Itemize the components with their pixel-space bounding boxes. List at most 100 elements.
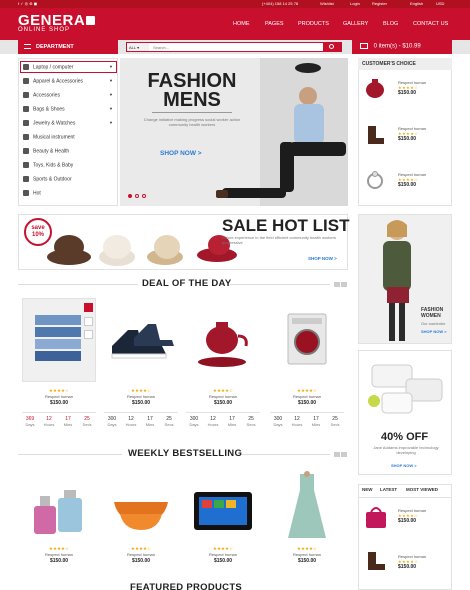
discount-banner[interactable]: 40% OFF Jane Addams improvable technolog…	[358, 350, 452, 475]
product-card[interactable]: ★★★★☆ Respect human $150.00	[22, 546, 96, 564]
category-select[interactable]: ALL ▾	[127, 43, 149, 51]
cart-icon	[360, 43, 368, 49]
nav-pages[interactable]: PAGES	[265, 21, 284, 27]
ball-icon	[23, 176, 29, 182]
product-image-frame[interactable]	[22, 298, 96, 382]
social-icons[interactable]: f ✓ ◎ ⊕ ◼	[18, 1, 37, 6]
nav-blog[interactable]: BLOG	[383, 21, 398, 27]
hero-shop-now-button[interactable]: SHOP NOW >	[160, 150, 202, 157]
fashion-women-subtitle: Our wardrobe	[421, 321, 446, 326]
discount-subtitle: Jane Addams improvable technology develo…	[373, 445, 439, 455]
sidebar-item-sports[interactable]: Sports & Outdoor	[23, 176, 72, 182]
save-badge: save 10%	[24, 218, 52, 246]
fashion-women-shop-button[interactable]: SHOP NOW >	[421, 329, 447, 334]
chevron-down-icon: ▼	[109, 120, 113, 125]
deal-section-title: DEAL OF THE DAY	[142, 278, 232, 289]
countdown-label: Days	[107, 422, 117, 427]
cart-summary: 0 item(s) - $10.99	[373, 43, 421, 50]
arrow-left-icon[interactable]	[334, 452, 340, 457]
menu-icon	[24, 44, 31, 49]
product-card[interactable]: ★★★★☆ Respect human $150.00	[104, 388, 178, 406]
sidebar-item-toys[interactable]: Toys, Kids & Baby	[23, 162, 73, 168]
sidebar-item-jewelry[interactable]: Jewelry & Watches ▼	[23, 120, 113, 126]
product-price: $150.00	[398, 182, 417, 188]
nav-products[interactable]: PRODUCTS	[298, 21, 329, 27]
product-card[interactable]: ★★★★☆ Respect human $150.00	[270, 546, 344, 564]
search-button[interactable]	[323, 43, 341, 51]
tab-most-viewed[interactable]: MOST VIEWED	[406, 487, 438, 492]
countdown-label: Days	[189, 422, 199, 427]
sale-shop-now-button[interactable]: SHOP NOW >	[308, 256, 337, 261]
countdown-label: Hours	[125, 422, 137, 427]
login-link[interactable]: Login	[350, 1, 360, 6]
sidebar-item-apparel[interactable]: Apparel & Accessories ▼	[23, 78, 113, 84]
product-card[interactable]: ★★★★☆ Respect human $150.00	[186, 388, 260, 406]
product-price: $150.00	[131, 400, 151, 406]
countdown-label: Hours	[207, 422, 219, 427]
countdown-timer: 300 Days 12 Hours 17 Mins 25 Secs	[104, 412, 178, 432]
product-card[interactable]: ★★★★☆ Respect human $150.00	[22, 388, 96, 406]
carousel-arrows[interactable]	[334, 452, 348, 457]
logo[interactable]: GENERA ONLINE SHOP	[18, 12, 96, 33]
tab-latest[interactable]: LATEST	[380, 487, 397, 492]
countdown-label: Hours	[43, 422, 55, 427]
product-name: Respect human	[126, 394, 155, 399]
wishlist-link[interactable]: Wishlist	[320, 1, 334, 6]
search-input[interactable]	[151, 43, 321, 51]
slider-dot[interactable]	[142, 194, 146, 198]
tab-new[interactable]: NEW	[362, 487, 373, 492]
fashion-women-banner[interactable]: FASHION WOMEN Our wardrobe SHOP NOW >	[358, 214, 452, 344]
sidebar-item-label: Sports & Outdoor	[33, 176, 72, 183]
handbag-image	[366, 507, 386, 528]
save-badge-value: 10%	[31, 232, 44, 238]
watch-icon	[23, 120, 29, 126]
woman-model-image	[383, 220, 411, 341]
cart-button[interactable]: 0 item(s) - $10.99	[352, 40, 452, 54]
chevron-down-icon: ▼	[109, 78, 113, 83]
zoom-icon[interactable]	[84, 317, 93, 326]
sidebar-item-accessories[interactable]: Accessories ▼	[23, 92, 113, 99]
arrow-right-icon[interactable]	[341, 452, 347, 457]
product-card[interactable]: ★★★★☆ Respect human $150.00	[104, 546, 178, 564]
product-card[interactable]: ★★★★☆ Respect human $150.00	[270, 388, 344, 406]
wishlist-icon[interactable]	[84, 330, 93, 339]
hot-icon	[23, 190, 29, 196]
sidebar-item-beauty[interactable]: Beauty & Health	[23, 148, 69, 154]
nav-contact[interactable]: CONTACT US	[413, 21, 448, 27]
top-bar: f ✓ ◎ ⊕ ◼ (+404) 158 14 25 78 Wishlist L…	[0, 0, 470, 8]
accessories-icon	[23, 92, 29, 98]
arrow-right-icon[interactable]	[341, 282, 347, 287]
discount-title: 40% OFF	[381, 431, 429, 443]
arrow-left-icon[interactable]	[334, 282, 340, 287]
currency-select[interactable]: USD	[436, 1, 444, 6]
chevron-down-icon: ▼	[109, 64, 113, 69]
hero-title: FASHION MENS	[147, 70, 237, 111]
sidebar-item-bags[interactable]: Bags & Shoes ▼	[23, 106, 113, 112]
slider-dot[interactable]	[135, 194, 139, 198]
product-card[interactable]: ★★★★☆ Respect human $150.00	[186, 546, 260, 564]
discount-shop-button[interactable]: SHOP NOW >	[391, 463, 417, 468]
department-menu[interactable]: DEPARTMENT	[18, 40, 118, 54]
carousel-arrows[interactable]	[334, 282, 348, 287]
sidebar-item-hot[interactable]: Hot	[23, 190, 41, 196]
nav-gallery[interactable]: GALLERY	[343, 21, 368, 27]
register-link[interactable]: Register	[372, 1, 387, 6]
sneakers-image	[111, 324, 174, 359]
slider-dot[interactable]	[128, 194, 132, 198]
save-badge-label: save	[31, 225, 45, 231]
countdown-label: Mins	[311, 422, 321, 427]
product-name: Respect human	[44, 394, 73, 399]
nav-home[interactable]: HOME	[233, 21, 250, 27]
countdown-label: Secs	[246, 422, 256, 427]
bakeware-image	[368, 364, 443, 414]
language-select[interactable]: English	[410, 1, 423, 6]
category-value: ALL	[129, 45, 136, 50]
product-price: $150.00	[213, 400, 233, 406]
sidebar-item-music[interactable]: Musical instrument	[23, 134, 75, 140]
sidebar-item-label: Accessories	[33, 92, 60, 99]
department-label: DEPARTMENT	[36, 44, 74, 50]
sidebar-item-laptop[interactable]: Laptop / computer ▼	[23, 64, 113, 70]
countdown-timer: 300 Days 12 Hours 17 Mins 25 Secs	[270, 412, 344, 432]
cart-icon[interactable]	[84, 303, 93, 312]
product-price: $150.00	[398, 136, 417, 142]
